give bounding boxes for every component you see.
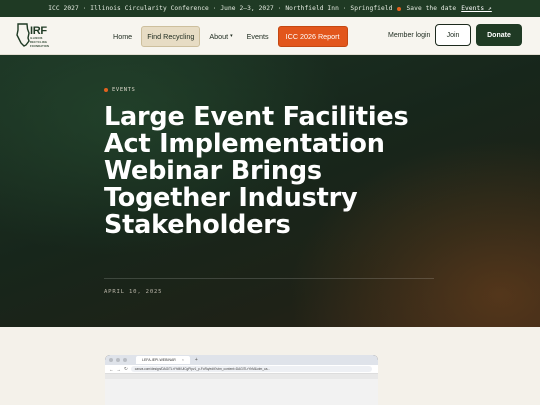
window-control-icon bbox=[123, 358, 127, 362]
category-eyebrow: EVENTS bbox=[104, 87, 135, 93]
hero-divider bbox=[104, 278, 434, 279]
save-the-date-text: Save the date bbox=[406, 5, 457, 12]
nav-item-home[interactable]: Home bbox=[108, 26, 137, 47]
category-label: EVENTS bbox=[112, 87, 136, 93]
article-screenshot-image: LEFA-IEPI-WEBINAR × + ← → ↻ canva.com/de… bbox=[105, 355, 378, 405]
member-login-link[interactable]: Member login bbox=[388, 25, 430, 46]
icc-report-button[interactable]: ICC 2026 Report bbox=[277, 25, 348, 47]
screenshot-tab-label: LEFA-IEPI-WEBINAR bbox=[142, 358, 176, 362]
illinois-state-icon bbox=[16, 23, 30, 47]
site-logo[interactable]: IRF ILLINOIS RECYCLING FOUNDATION bbox=[16, 23, 56, 51]
reload-icon: ↻ bbox=[124, 366, 128, 371]
announcement-bar: ICC 2027 · Illinois Circularity Conferen… bbox=[0, 0, 540, 17]
announcement-dot-icon bbox=[397, 6, 402, 11]
nav-item-label: Find Recycling bbox=[147, 31, 195, 41]
nav-item-about[interactable]: About ▾ bbox=[204, 26, 237, 47]
nav-item-label: Home bbox=[113, 31, 133, 41]
donate-button[interactable]: Donate bbox=[476, 24, 522, 46]
window-control-icon bbox=[109, 358, 113, 362]
nav-item-label: Events bbox=[246, 31, 269, 41]
logo-text: IRF ILLINOIS RECYCLING FOUNDATION bbox=[30, 26, 49, 49]
nav-item-events[interactable]: Events bbox=[242, 26, 274, 47]
screenshot-toolbar bbox=[105, 374, 378, 379]
article-hero: EVENTS Large Event Facilities Act Implem… bbox=[0, 55, 540, 327]
nav-item-find-recycling[interactable]: Find Recycling bbox=[141, 25, 201, 47]
article-title: Large Event Facilities Act Implementatio… bbox=[104, 102, 409, 240]
logo-line-3: FOUNDATION bbox=[30, 44, 50, 48]
screenshot-tab: LEFA-IEPI-WEBINAR × bbox=[136, 356, 190, 364]
screenshot-body bbox=[105, 374, 378, 405]
nav-links: Home Find Recycling About ▾ Events ICC 20… bbox=[108, 25, 348, 47]
conference-announcement: ICC 2027 · Illinois Circularity Conferen… bbox=[48, 5, 393, 12]
screenshot-url-bar: ← → ↻ canva.com/design/DAGiTLrYhM/UiCgPl… bbox=[105, 365, 378, 374]
nav-item-label: About bbox=[209, 31, 229, 41]
window-control-icon bbox=[116, 358, 120, 362]
close-icon: × bbox=[181, 358, 184, 362]
category-dot-icon bbox=[104, 88, 108, 92]
events-link[interactable]: Events ↗ bbox=[461, 5, 492, 12]
forward-arrow-icon: → bbox=[116, 366, 122, 372]
article-date: APRIL 10, 2025 bbox=[104, 289, 163, 295]
back-arrow-icon: ← bbox=[109, 366, 114, 372]
plus-icon: + bbox=[194, 357, 198, 363]
screenshot-tab-bar: LEFA-IEPI-WEBINAR × + bbox=[105, 355, 378, 365]
screenshot-url: canva.com/design/DAGiTLrYhM/UiCgPlpv1_p-… bbox=[130, 366, 372, 372]
nav-item-label: ICC 2026 Report bbox=[285, 31, 340, 41]
main-nav: IRF ILLINOIS RECYCLING FOUNDATION Home F… bbox=[0, 17, 540, 55]
chevron-down-icon: ▾ bbox=[230, 33, 233, 39]
logo-abbreviation: IRF bbox=[30, 25, 47, 37]
join-button[interactable]: Join bbox=[435, 24, 471, 46]
